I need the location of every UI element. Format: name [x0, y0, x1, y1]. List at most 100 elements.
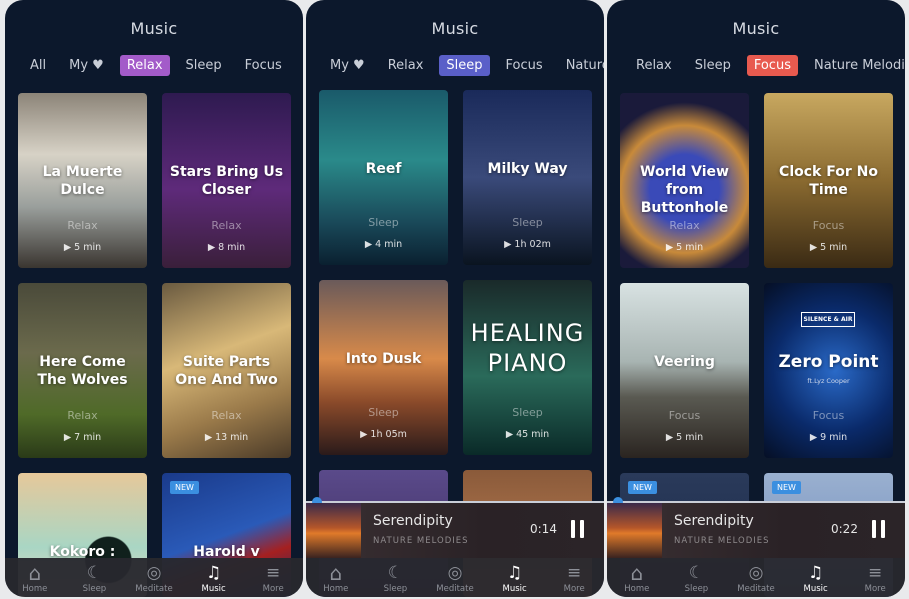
- nav-label: Sleep: [684, 584, 709, 594]
- artist-logo: SILENCE & AIR: [801, 312, 855, 327]
- music-card[interactable]: Stars Bring Us Closer Relax ▶ 8 min: [162, 93, 291, 268]
- nav-label: Home: [22, 584, 48, 594]
- category-tabs: All My ♥ Relax Sleep Focus Natu: [5, 55, 303, 76]
- nav-home[interactable]: ⌂ Home: [607, 558, 667, 597]
- page-title: Music: [130, 19, 178, 38]
- music-card[interactable]: Suite Parts One And Two Relax ▶ 13 min: [162, 283, 291, 458]
- nav-label: More: [864, 584, 886, 594]
- music-card[interactable]: La Muerte Dulce Relax ▶ 5 min: [18, 93, 147, 268]
- card-duration: ▶ 13 min: [204, 432, 249, 443]
- nav-label: Music: [502, 584, 527, 594]
- track-artwork: [607, 503, 662, 558]
- new-badge: NEW: [772, 481, 801, 494]
- music-card[interactable]: Reef Sleep ▶ 4 min: [319, 90, 448, 265]
- card-duration: ▶ 5 min: [665, 432, 704, 443]
- card-duration: ▶ 7 min: [63, 432, 102, 443]
- music-card[interactable]: Veering Focus ▶ 5 min: [620, 283, 749, 458]
- card-title: Clock For No Time: [779, 164, 878, 198]
- music-card[interactable]: World View from Buttonhole Relax ▶ 5 min: [620, 93, 749, 268]
- card-title: Milky Way: [487, 161, 568, 177]
- tab-focus[interactable]: Focus: [238, 55, 289, 76]
- card-title: HEALING PIANO: [470, 319, 585, 377]
- bottom-tab-bar: ⌂ Home ☾ Sleep ◎ Meditate ♫ Music ≡ More: [5, 558, 303, 597]
- nav-label: Meditate: [436, 584, 474, 594]
- card-title: World View from Buttonhole: [640, 164, 729, 216]
- tab-my[interactable]: My ♥: [323, 55, 372, 76]
- card-category: Sleep: [368, 406, 399, 419]
- home-icon: ⌂: [329, 561, 343, 585]
- tab-all[interactable]: All: [23, 55, 53, 76]
- card-category: Relax: [211, 219, 242, 232]
- bottom-tab-bar: ⌂ Home ☾ Sleep ◎ Meditate ♫ Music ≡ More: [306, 558, 604, 597]
- card-category: Sleep: [512, 406, 543, 419]
- music-card[interactable]: Milky Way Sleep ▶ 1h 02m: [463, 90, 592, 265]
- music-card[interactable]: Here Come The Wolves Relax ▶ 7 min: [18, 283, 147, 458]
- nav-home[interactable]: ⌂ Home: [5, 558, 65, 597]
- card-duration: ▶ 1h 02m: [504, 239, 551, 250]
- nav-label: Meditate: [135, 584, 173, 594]
- card-category: Sleep: [368, 216, 399, 229]
- nav-sleep[interactable]: ☾ Sleep: [65, 558, 125, 597]
- mini-player[interactable]: Serendipity NATURE MELODIES 0:22: [607, 497, 905, 558]
- music-card[interactable]: HEALING PIANO Sleep ▶ 45 min: [463, 280, 592, 455]
- nav-meditate[interactable]: ◎ Meditate: [726, 558, 786, 597]
- nav-music[interactable]: ♫ Music: [184, 558, 244, 597]
- card-title: La Muerte Dulce: [42, 164, 123, 198]
- tab-sleep[interactable]: Sleep: [179, 55, 229, 76]
- nav-meditate[interactable]: ◎ Meditate: [124, 558, 184, 597]
- tab-natu[interactable]: Natu: [298, 55, 303, 76]
- menu-icon: ≡: [567, 563, 582, 583]
- card-title: Zero Point: [778, 352, 879, 372]
- tab-my[interactable]: My ♥: [62, 55, 111, 76]
- nav-label: More: [563, 584, 585, 594]
- music-note-icon: ♫: [205, 563, 222, 583]
- track-artwork: [306, 503, 361, 558]
- new-badge: NEW: [628, 481, 657, 494]
- tab-natureme[interactable]: Nature Me: [559, 55, 604, 76]
- nav-more[interactable]: ≡ More: [544, 558, 604, 597]
- tab-relax[interactable]: Relax: [381, 55, 431, 76]
- category-tabs: Relax Sleep Focus Nature Melodies: [607, 55, 905, 76]
- card-duration: ▶ 5 min: [63, 242, 102, 253]
- music-card[interactable]: SILENCE & AIR Zero Point ft.Lyz Cooper Focu…: [764, 283, 893, 458]
- moon-icon: ☾: [688, 563, 705, 583]
- circle-icon: ◎: [748, 563, 764, 583]
- tab-focus[interactable]: Focus: [499, 55, 550, 76]
- tab-sleep[interactable]: Sleep: [688, 55, 738, 76]
- card-duration: ▶ 4 min: [364, 239, 403, 250]
- tab-naturemelodies[interactable]: Nature Melodies: [807, 55, 905, 76]
- track-title: Serendipity: [674, 513, 754, 529]
- card-category: Focus: [668, 409, 701, 422]
- phone-screen-1: Music All My ♥ Relax Sleep Focus Natu La Muerte…: [5, 0, 303, 597]
- card-duration: ▶ 1h 05m: [360, 429, 407, 440]
- card-category: Relax: [67, 219, 98, 232]
- mini-player[interactable]: Serendipity NATURE MELODIES 0:14: [306, 497, 604, 558]
- card-duration: ▶ 8 min: [207, 242, 246, 253]
- menu-icon: ≡: [868, 563, 883, 583]
- nav-home[interactable]: ⌂ Home: [306, 558, 366, 597]
- music-card[interactable]: Into Dusk Sleep ▶ 1h 05m: [319, 280, 448, 455]
- nav-label: Sleep: [82, 584, 107, 594]
- pause-button[interactable]: [872, 520, 886, 538]
- track-title: Serendipity: [373, 513, 453, 529]
- nav-more[interactable]: ≡ More: [845, 558, 905, 597]
- card-title: Veering: [654, 354, 715, 370]
- card-category: Relax: [669, 219, 700, 232]
- page-title: Music: [732, 19, 780, 38]
- tab-relax[interactable]: Relax: [629, 55, 679, 76]
- nav-meditate[interactable]: ◎ Meditate: [425, 558, 485, 597]
- nav-music[interactable]: ♫ Music: [786, 558, 846, 597]
- tab-sleep[interactable]: Sleep: [439, 55, 490, 76]
- nav-more[interactable]: ≡ More: [243, 558, 303, 597]
- nav-sleep[interactable]: ☾ Sleep: [366, 558, 426, 597]
- nav-sleep[interactable]: ☾ Sleep: [667, 558, 727, 597]
- music-card[interactable]: Clock For No Time Focus ▶ 5 min: [764, 93, 893, 268]
- card-category: Sleep: [512, 216, 543, 229]
- nav-music[interactable]: ♫ Music: [485, 558, 545, 597]
- nav-label: More: [262, 584, 284, 594]
- nav-label: Home: [323, 584, 349, 594]
- tab-focus[interactable]: Focus: [746, 55, 798, 76]
- tab-relax[interactable]: Relax: [119, 55, 170, 76]
- moon-icon: ☾: [387, 563, 404, 583]
- pause-button[interactable]: [571, 520, 585, 538]
